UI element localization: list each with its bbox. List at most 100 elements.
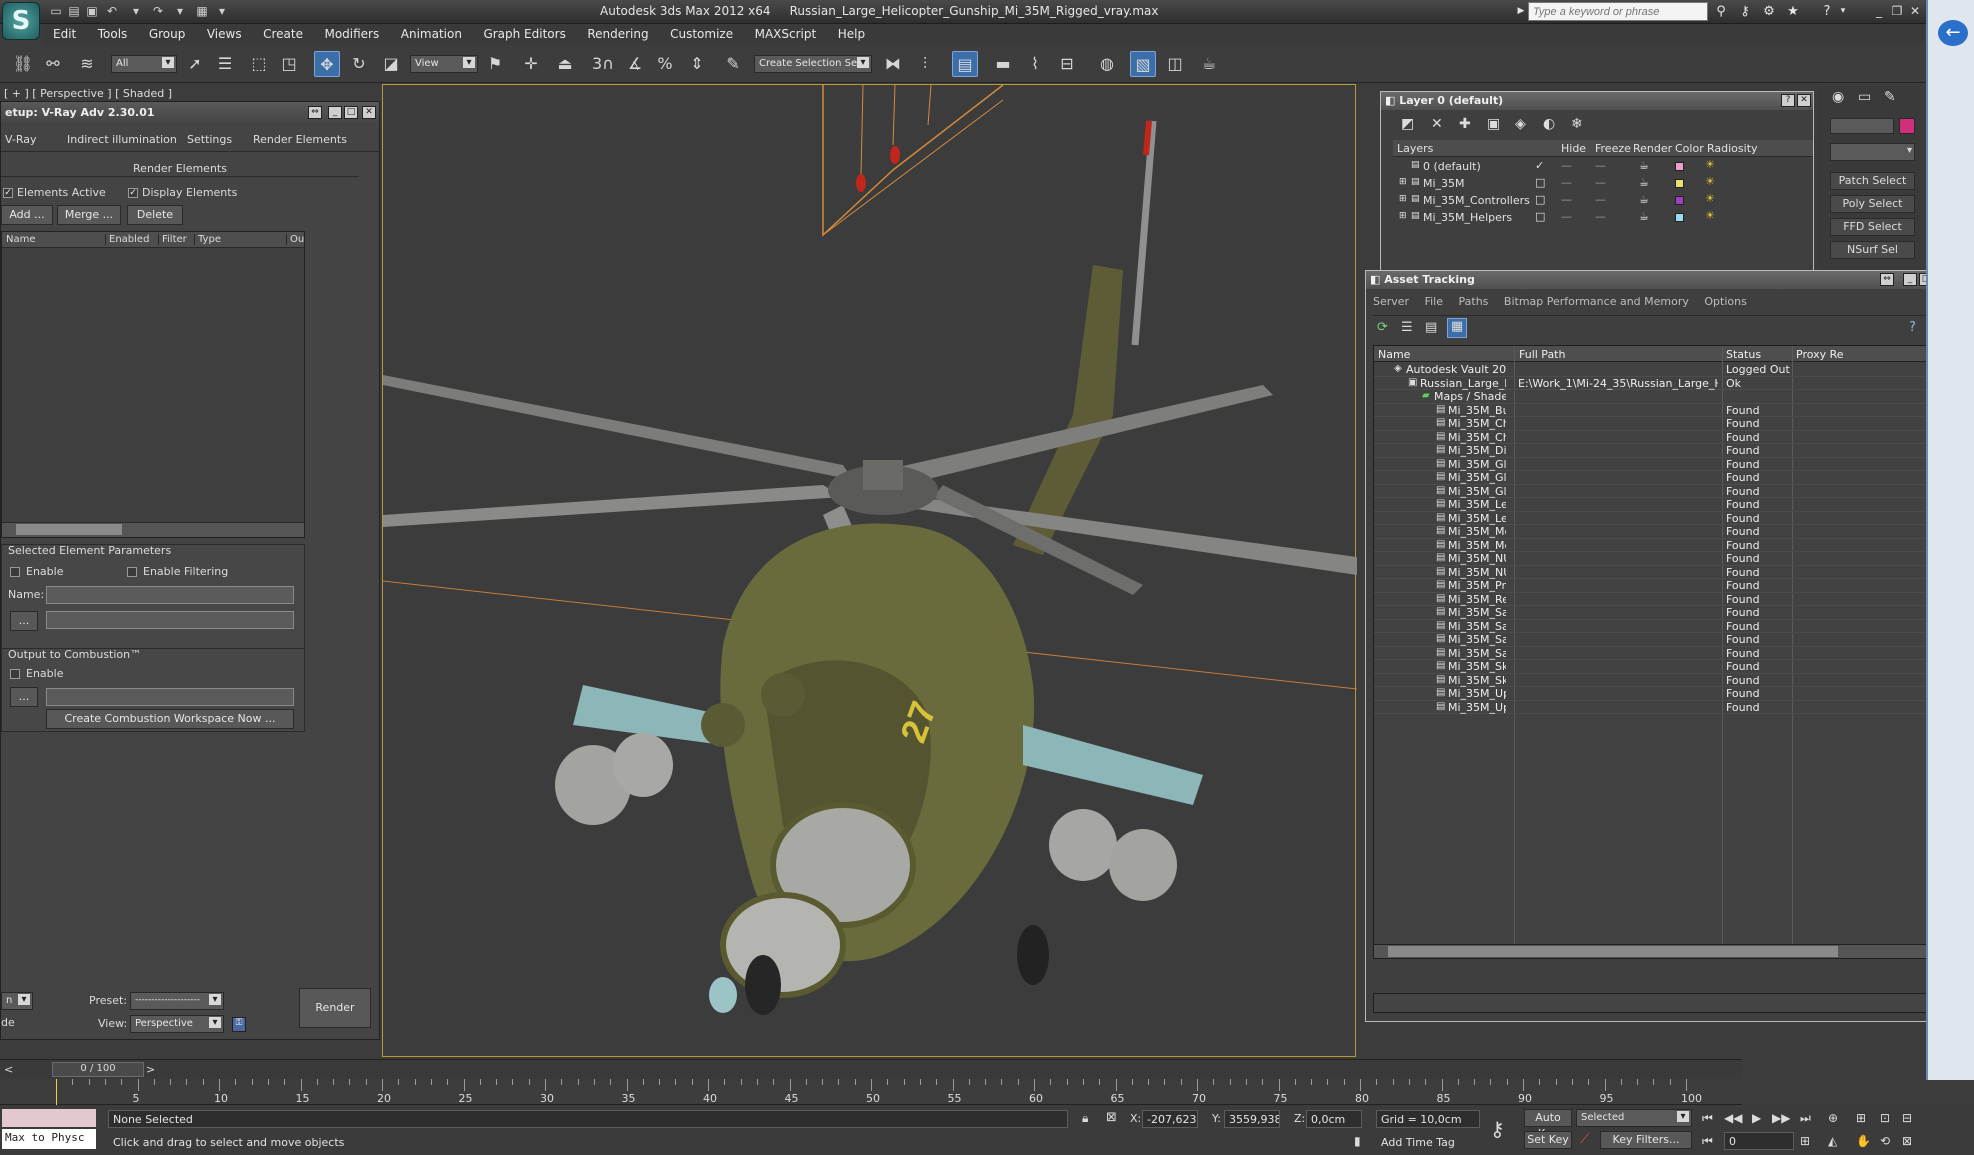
- radiosity-icon[interactable]: ☀: [1705, 175, 1715, 188]
- elements-active-checkbox[interactable]: ✓: [3, 188, 13, 198]
- named-selection-dropdown[interactable]: Create Selection Se: [754, 55, 872, 73]
- asset-row[interactable]: ▤Mi_35M_Metal.... Found: [1374, 525, 1950, 539]
- tab-indirect-illumination[interactable]: Indirect illumination: [67, 133, 177, 146]
- panel-minimize-icon[interactable]: _: [328, 106, 342, 119]
- app-logo[interactable]: S: [2, 2, 40, 40]
- col-output[interactable]: Ou: [286, 234, 304, 245]
- asset-row[interactable]: ▤Mi_35M_Uphol.... Found: [1374, 687, 1950, 701]
- hide-toggle-icon[interactable]: —: [1561, 210, 1572, 223]
- col-freeze[interactable]: Freeze: [1595, 142, 1631, 155]
- zoom-extents-icon[interactable]: ⊡: [1880, 1111, 1890, 1125]
- add-time-tag-button[interactable]: Add Time Tag: [1376, 1133, 1480, 1151]
- asset-row[interactable]: ▤Mi_35M_Glass.... Found: [1374, 485, 1950, 498]
- quick-access-dropdown-icon[interactable]: ▾: [214, 3, 230, 19]
- col-status[interactable]: Status: [1726, 348, 1761, 361]
- percent-snap-icon[interactable]: %: [652, 51, 678, 77]
- element-name-field[interactable]: [46, 586, 294, 604]
- z-coord-field[interactable]: 0,0cm: [1306, 1110, 1362, 1128]
- selection-lock-icon[interactable]: 🔒︎: [1082, 1111, 1088, 1126]
- tab-settings[interactable]: Settings: [187, 133, 232, 146]
- help-dropdown-icon[interactable]: ▾: [1834, 3, 1852, 20]
- layer-row[interactable]: ⊞ ▤ Mi_35M_Helpers □ — — ☕ ☀: [1393, 209, 1813, 226]
- col-asset-name[interactable]: Name: [1378, 348, 1410, 361]
- col-color[interactable]: Color: [1675, 142, 1704, 155]
- material-editor-icon[interactable]: ◍: [1094, 51, 1120, 77]
- asset-row[interactable]: ▤Mi_35M_NUR_.... Found: [1374, 552, 1950, 566]
- render-elements-rollout[interactable]: Render Elements: [1, 162, 359, 177]
- menu-group[interactable]: Group: [140, 24, 195, 44]
- asset-menu-options[interactable]: Options: [1704, 295, 1746, 308]
- unlink-icon[interactable]: ⚯: [40, 51, 66, 77]
- preset-dropdown[interactable]: --------------------: [130, 992, 224, 1010]
- key-mode-toggle-icon[interactable]: ⏮: [1702, 1134, 1713, 1149]
- minimize-icon[interactable]: _: [1870, 2, 1888, 20]
- col-render[interactable]: Render: [1633, 142, 1672, 155]
- col-name[interactable]: Name: [6, 234, 36, 245]
- time-tag-icon[interactable]: ▮: [1354, 1134, 1361, 1148]
- rendered-frame-window-icon[interactable]: ◫: [1162, 51, 1188, 77]
- curve-editor-icon[interactable]: ⌇: [1022, 51, 1048, 77]
- menu-modifiers[interactable]: Modifiers: [315, 24, 388, 44]
- tab-render-elements[interactable]: Render Elements: [253, 133, 347, 146]
- asset-row[interactable]: ▤Mi_35M_Bump.... Found: [1374, 404, 1950, 417]
- asset-row[interactable]: ▤Mi_35M_Salon.... Found: [1374, 633, 1950, 647]
- add-to-layer-icon[interactable]: ✚: [1459, 116, 1471, 132]
- asset-minimize-icon[interactable]: _: [1903, 273, 1917, 286]
- time-slider-next-icon[interactable]: >: [146, 1063, 155, 1076]
- subscription-icon[interactable]: ⚷: [1736, 3, 1754, 20]
- view-dropdown[interactable]: Perspective: [130, 1015, 224, 1033]
- search-input[interactable]: [1528, 2, 1708, 21]
- col-type[interactable]: Type: [194, 234, 221, 245]
- select-and-move-icon[interactable]: ✥: [314, 51, 340, 77]
- window-crossing-icon[interactable]: ◳: [276, 51, 302, 77]
- delete-layer-icon[interactable]: ✕: [1431, 116, 1443, 132]
- new-file-icon[interactable]: ▭: [48, 3, 64, 19]
- col-radiosity[interactable]: Radiosity: [1707, 142, 1758, 155]
- modifier-list-dropdown[interactable]: ▾: [1830, 143, 1915, 161]
- select-objects-in-layer-icon[interactable]: ▣: [1487, 116, 1500, 132]
- asset-help-icon[interactable]: ?: [1909, 320, 1916, 335]
- track-bar[interactable]: 5 10 15 20 25 30 35 40 45 50 55 60 65 70 75 80 85 90 95 100: [0, 1079, 1742, 1105]
- asset-row[interactable]: ▤Mi_35M_NUR_.... Found: [1374, 566, 1950, 579]
- layer-color-swatch[interactable]: [1675, 196, 1684, 205]
- asset-row[interactable]: ▤Mi_35M_Uphol.... Found: [1374, 701, 1950, 714]
- delete-element-button[interactable]: Delete: [127, 205, 183, 225]
- object-color-swatch[interactable]: [1899, 118, 1915, 134]
- menu-views[interactable]: Views: [198, 24, 251, 44]
- hide-toggle-icon[interactable]: —: [1561, 176, 1572, 189]
- undo-dropdown-icon[interactable]: ▾: [128, 3, 144, 19]
- freeze-toggle-icon[interactable]: —: [1595, 159, 1606, 172]
- key-selection-dropdown[interactable]: Selected: [1576, 1109, 1692, 1127]
- radiosity-icon[interactable]: ☀: [1705, 158, 1715, 171]
- y-coord-field[interactable]: 3559,938c: [1224, 1110, 1280, 1128]
- panel-maximize-icon[interactable]: □: [344, 106, 358, 119]
- list-view-icon[interactable]: ☰: [1401, 320, 1413, 335]
- element-browse-button[interactable]: ...: [10, 611, 38, 631]
- layer-row[interactable]: ⊞ ▤ Mi_35M_Controllers □ — — ☕ ☀: [1393, 192, 1813, 209]
- object-name-field[interactable]: [1830, 118, 1894, 134]
- current-layer-toggle[interactable]: □: [1535, 193, 1545, 206]
- select-and-link-icon[interactable]: ⛓: [10, 51, 36, 77]
- expand-icon[interactable]: ⊞: [1399, 177, 1407, 187]
- asset-row[interactable]: ▤Mi_35M_Reflec.... Found: [1374, 593, 1950, 606]
- orbit-icon[interactable]: ⟲: [1880, 1134, 1890, 1148]
- pivot-center-icon[interactable]: ⚑: [482, 51, 508, 77]
- add-element-button[interactable]: Add ...: [1, 205, 53, 225]
- refresh-icon[interactable]: ⟳: [1377, 320, 1388, 335]
- asset-hscroll[interactable]: [1374, 944, 1950, 958]
- asset-menu-paths[interactable]: Paths: [1459, 295, 1489, 308]
- freeze-all-layers-icon[interactable]: ❄: [1571, 116, 1583, 132]
- elements-list-hscroll[interactable]: [2, 522, 304, 537]
- redo-icon[interactable]: ↷: [150, 3, 166, 19]
- current-layer-toggle[interactable]: □: [1535, 210, 1545, 223]
- asset-row[interactable]: ▤Mi_35M_Diffus.... Found: [1374, 444, 1950, 458]
- open-file-icon[interactable]: ▤: [66, 3, 82, 19]
- asset-row[interactable]: ▣Russian_Large_Helico... E:\Work_1\Mi-24_…: [1374, 377, 1950, 390]
- current-layer-toggle[interactable]: ✓: [1535, 159, 1544, 172]
- favorites-icon[interactable]: ★: [1784, 3, 1802, 20]
- motion-panel-icon[interactable]: ◉: [1832, 89, 1844, 105]
- col-full-path[interactable]: Full Path: [1519, 348, 1565, 361]
- col-hide[interactable]: Hide: [1561, 142, 1586, 155]
- panel-close-icon[interactable]: ✕: [362, 106, 376, 119]
- layer-window-titlebar[interactable]: ◧ Layer 0 (default): [1381, 92, 1813, 110]
